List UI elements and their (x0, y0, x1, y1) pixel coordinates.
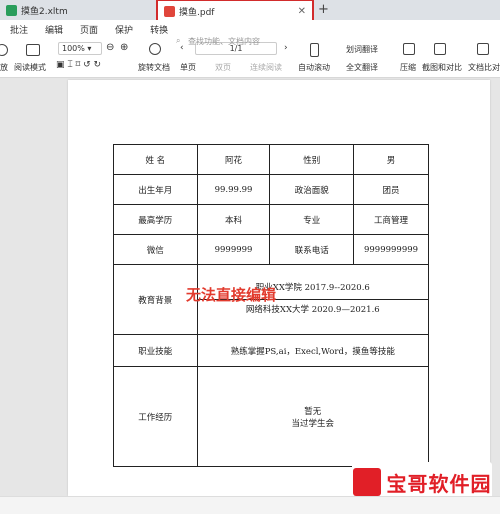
cell-edu-value: 本科 (196, 204, 271, 235)
cell-phone-value: 9999999999 (353, 234, 429, 265)
cell-skills-value: 熟练掌握PS,ai，Execl,Word，摸鱼等技能 (196, 334, 430, 367)
spreadsheet-icon (6, 4, 17, 16)
overlay-annotation: 无法直接编辑 (186, 286, 277, 304)
close-icon[interactable]: ✕ (298, 6, 306, 17)
menu-convert[interactable]: 转换 (150, 23, 168, 36)
work-line-2: 当过学生会 (291, 418, 335, 429)
tab-pdf[interactable]: 摸鱼.pdf ✕ (156, 0, 314, 21)
new-tab-button[interactable]: + (318, 2, 329, 17)
zoom-out-icon[interactable]: ⊖ (106, 42, 114, 53)
cell-wechat-value: 9999999 (196, 234, 271, 265)
prev-page-icon[interactable]: ‹ (180, 43, 184, 53)
cell-background-label: 教育背景 (113, 264, 198, 335)
cell-name-label: 姓 名 (113, 144, 198, 175)
menu-page[interactable]: 页面 (80, 23, 98, 36)
resume-table: 姓 名 阿花 性别 男 出生年月 99.99.99 政治面貌 团员 最高学历 本… (113, 144, 430, 467)
rotate-button[interactable]: 旋转文档 (138, 62, 170, 73)
fang-label[interactable]: 放 (0, 62, 8, 73)
read-mode-button[interactable]: 阅读模式 (14, 62, 46, 73)
continuous-read-button[interactable]: 连续阅读 (250, 62, 282, 73)
status-bar (0, 496, 500, 514)
tab-bar: 摸鱼2.xltm 摸鱼.pdf ✕ + (0, 0, 500, 21)
word-translate-button[interactable]: 划词翻译 (346, 44, 378, 55)
work-line-1: 暂无 (304, 406, 322, 417)
compress-button[interactable]: 压缩 (400, 62, 416, 73)
menu-annotate[interactable]: 批注 (10, 23, 28, 36)
zoom-in-icon[interactable]: ⊕ (120, 42, 128, 53)
tab-label: 摸鱼.pdf (179, 7, 215, 18)
cell-phone-label: 联系电话 (269, 234, 355, 265)
search-icon[interactable]: ⌕ (176, 36, 180, 46)
compress-icon[interactable] (403, 43, 415, 55)
cell-gender-label: 性别 (269, 144, 355, 175)
cell-gender-value: 男 (353, 144, 429, 175)
tab-label: 摸鱼2.xltm (21, 6, 68, 17)
cell-edu-label: 最高学历 (113, 204, 198, 235)
screenshot-compare-button[interactable]: 截图和对比 (422, 62, 462, 73)
rotate-icon[interactable] (149, 43, 161, 55)
cell-skills-label: 职业技能 (113, 334, 198, 367)
cell-birth-label: 出生年月 (113, 174, 198, 205)
play-icon[interactable] (0, 44, 8, 56)
cell-wechat-label: 微信 (113, 234, 198, 265)
tab-xltm[interactable]: 摸鱼2.xltm (0, 0, 150, 20)
doc-compare-button[interactable]: 文档比对 (468, 62, 500, 73)
auto-scroll-icon[interactable] (310, 43, 319, 57)
screenshot-icon[interactable] (434, 43, 446, 55)
pdf-page: 姓 名 阿花 性别 男 出生年月 99.99.99 政治面貌 团员 最高学历 本… (68, 80, 490, 496)
document-canvas[interactable]: 姓 名 阿花 性别 男 出生年月 99.99.99 政治面貌 团员 最高学历 本… (0, 78, 500, 496)
cell-work-label: 工作经历 (113, 366, 198, 467)
compare-icon[interactable] (477, 43, 489, 55)
zoom-select[interactable]: 100% ▾ (58, 42, 102, 55)
book-icon[interactable] (26, 44, 40, 56)
cell-work-value: 暂无 当过学生会 (196, 366, 430, 467)
full-translate-button[interactable]: 全文翻译 (346, 62, 378, 73)
brand-text: 宝哥软件园 (386, 471, 492, 496)
cell-name-value: 阿花 (196, 144, 271, 175)
brand-logo-icon (352, 468, 381, 496)
auto-scroll-button[interactable]: 自动滚动 (298, 62, 330, 73)
toolbar: 放 阅读模式 100% ▾ ⊖ ⊕ ▣ ⌶ ⌑ ↺ ↻ 旋转文档 ‹ 1/1 ›… (0, 36, 500, 78)
menu-protect[interactable]: 保护 (115, 23, 133, 36)
search-input[interactable]: 查找功能、文档内容 (188, 36, 260, 47)
single-page-button[interactable]: 单页 (180, 62, 196, 73)
cell-birth-value: 99.99.99 (196, 174, 271, 205)
pdf-icon (164, 5, 175, 17)
cell-politics-value: 团员 (353, 174, 429, 205)
double-page-button[interactable]: 双页 (215, 62, 231, 73)
cell-politics-label: 政治面貌 (269, 174, 355, 205)
next-page-icon[interactable]: › (284, 43, 288, 53)
fit-icons[interactable]: ▣ ⌶ ⌑ ↺ ↻ (56, 60, 101, 70)
cell-major-label: 专业 (269, 204, 355, 235)
menu-edit[interactable]: 编辑 (45, 23, 63, 36)
cell-major-value: 工商管理 (353, 204, 429, 235)
